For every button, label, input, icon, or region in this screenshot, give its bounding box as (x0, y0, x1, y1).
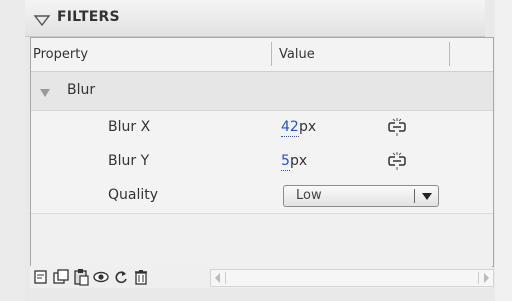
reset-filter-icon[interactable] (112, 268, 130, 286)
table-row-blur-y: Blur Y 5 px (31, 145, 493, 180)
link-constrain-icon[interactable] (387, 118, 407, 136)
duplicate-filter-icon[interactable] (52, 268, 70, 286)
collapse-triangle-icon[interactable] (33, 14, 51, 28)
add-filter-icon[interactable] (32, 268, 50, 286)
table-header: Property Value (31, 38, 493, 72)
filters-toolbar (30, 266, 494, 288)
left-margin (0, 0, 25, 301)
chevron-down-icon[interactable] (422, 193, 432, 200)
property-label: Blur X (108, 119, 151, 135)
column-divider[interactable] (449, 42, 450, 66)
filters-window: FILTERS Property Value Blur Blur X 42 px (0, 0, 512, 301)
table-row-blur-x: Blur X 42 px (31, 111, 493, 146)
scroll-divider (478, 272, 479, 284)
property-label: Blur Y (108, 153, 150, 169)
filters-panel: FILTERS Property Value Blur Blur X 42 px (25, 0, 512, 301)
filters-table: Property Value Blur Blur X 42 px Blur Y … (30, 37, 494, 267)
unit-label: px (290, 153, 308, 169)
dropdown-divider (414, 189, 415, 203)
empty-area (31, 214, 493, 266)
scroll-left-icon[interactable] (215, 273, 220, 283)
property-label: Quality (108, 187, 159, 203)
expand-triangle-icon[interactable] (39, 88, 51, 98)
horizontal-scrollbar[interactable] (210, 269, 494, 287)
quality-dropdown[interactable]: Low (283, 185, 439, 207)
link-constrain-icon[interactable] (387, 152, 407, 170)
unit-label: px (299, 119, 317, 135)
toggle-visibility-icon[interactable] (92, 268, 110, 286)
column-header-value: Value (279, 47, 315, 62)
filter-group-blur[interactable]: Blur (31, 72, 493, 111)
paste-filter-icon[interactable] (72, 268, 90, 286)
column-divider[interactable] (271, 42, 272, 66)
blur-y-value[interactable]: 5 (281, 153, 290, 171)
blur-x-value[interactable]: 42 (281, 119, 299, 137)
delete-filter-icon[interactable] (132, 268, 150, 286)
right-margin (495, 0, 512, 301)
scroll-divider (225, 272, 226, 284)
table-row-quality: Quality Low (31, 179, 493, 214)
quality-selected-value: Low (296, 188, 322, 203)
scroll-right-icon[interactable] (484, 273, 489, 283)
filter-group-label: Blur (67, 82, 96, 98)
column-header-property: Property (33, 47, 89, 62)
panel-title: FILTERS (57, 9, 120, 25)
panel-header[interactable]: FILTERS (25, 0, 485, 37)
